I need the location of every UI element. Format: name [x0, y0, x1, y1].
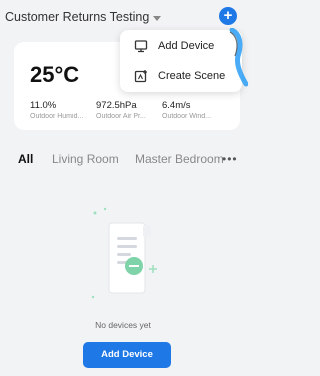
menu-item-create-scene[interactable]: Create Scene: [120, 61, 242, 91]
empty-devices-illustration: [91, 207, 157, 299]
tab-living-room[interactable]: Living Room: [52, 152, 119, 166]
add-device-button[interactable]: Add Device: [83, 342, 171, 368]
menu-label-add-device: Add Device: [158, 40, 215, 52]
humidity-stat: 11.0% Outdoor Humid...: [30, 100, 100, 120]
home-name: Customer Returns Testing: [5, 10, 150, 24]
humidity-label: Outdoor Humid...: [30, 113, 84, 120]
room-tabs: All Living Room Master Bedroom: [0, 152, 246, 170]
air-pressure-stat: 972.5hPa Outdoor Air Pr...: [96, 100, 166, 120]
add-device-icon: [134, 40, 148, 53]
tab-all[interactable]: All: [18, 152, 33, 166]
wind-label: Outdoor Wind...: [162, 113, 212, 120]
wind-value: 6.4m/s: [162, 100, 191, 111]
create-scene-icon: [134, 70, 147, 83]
home-selector[interactable]: Customer Returns Testing: [5, 10, 162, 24]
temperature: 25°C: [30, 62, 80, 87]
dropdown-caret-icon: [153, 15, 162, 21]
air-pressure-value: 972.5hPa: [96, 100, 137, 111]
tab-master-bedroom[interactable]: Master Bedroom: [135, 152, 224, 166]
add-button[interactable]: +: [219, 7, 237, 25]
humidity-value: 11.0%: [30, 100, 57, 111]
empty-state-message: No devices yet: [95, 320, 151, 330]
more-icon[interactable]: •••: [222, 152, 238, 166]
add-menu: Add Device Create Scene: [120, 30, 242, 92]
air-pressure-label: Outdoor Air Pr...: [96, 113, 146, 120]
menu-label-create-scene: Create Scene: [158, 70, 226, 82]
wind-stat: 6.4m/s Outdoor Wind...: [162, 100, 232, 120]
tap-hint-icon: [229, 28, 248, 87]
menu-item-add-device[interactable]: Add Device: [120, 31, 242, 61]
